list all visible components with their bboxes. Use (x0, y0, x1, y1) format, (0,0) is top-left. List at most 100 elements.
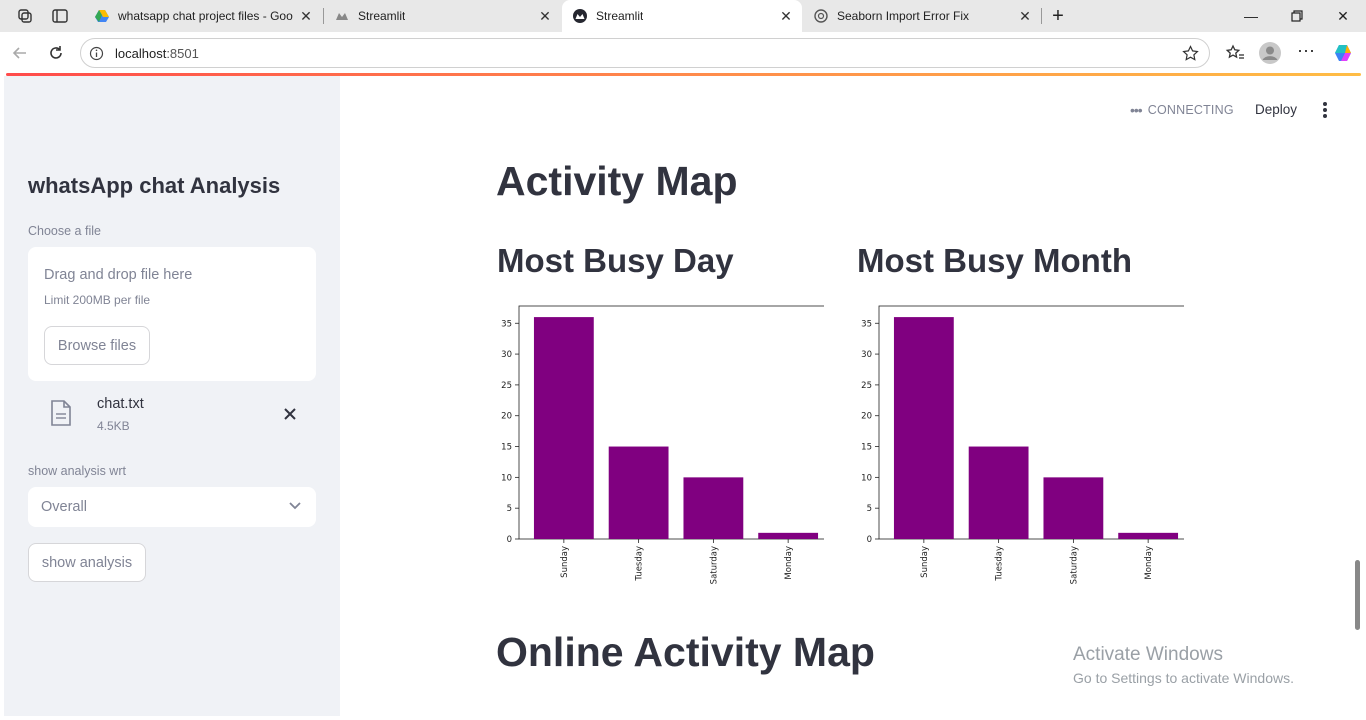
page-heading: Activity Map (496, 158, 738, 204)
windows-activation-watermark: Activate Windows Go to Settings to activ… (1073, 644, 1294, 686)
url-port: :8501 (166, 46, 199, 61)
x-tick-label: Monday (1144, 546, 1154, 580)
close-tab-icon[interactable]: ✕ (778, 8, 794, 24)
y-tick-label: 25 (501, 381, 512, 391)
y-tick-label: 5 (867, 504, 872, 514)
connection-status: ••• CONNECTING (1130, 102, 1234, 118)
sidebar: whatsApp chat Analysis Choose a file Dra… (4, 76, 340, 716)
tab-title: Seaborn Import Error Fix (837, 9, 970, 23)
online-activity-heading: Online Activity Map (496, 629, 875, 675)
tab-title: whatsapp chat project files - Goo (118, 9, 293, 23)
back-icon[interactable] (10, 43, 30, 63)
most-busy-day-heading: Most Busy Day (497, 242, 734, 279)
site-info-icon[interactable] (89, 46, 104, 61)
file-icon (51, 400, 71, 426)
close-tab-icon[interactable]: ✕ (537, 8, 553, 24)
tab-chatgpt[interactable]: Seaborn Import Error Fix ✕ (803, 0, 1041, 32)
bar-monday (1118, 532, 1179, 539)
deploy-button[interactable]: Deploy (1255, 102, 1297, 117)
chatgpt-icon (814, 9, 828, 23)
x-tick-label: Sunday (560, 546, 570, 578)
tab-title: Streamlit (358, 9, 406, 23)
bar-sunday (533, 317, 594, 539)
y-tick-label: 0 (507, 535, 512, 545)
scrollbar[interactable] (1355, 560, 1360, 630)
y-tick-label: 25 (861, 381, 872, 391)
file-uploader-label: Choose a file (28, 224, 101, 238)
y-tick-label: 10 (861, 473, 872, 483)
y-tick-label: 20 (861, 412, 872, 422)
status-text: CONNECTING (1147, 103, 1234, 117)
x-tick-label: Saturday (1069, 546, 1079, 584)
y-tick-label: 5 (507, 504, 512, 514)
busy-day-chart: 0 5 10 15 20 25 30 35 Sunday Tuesday Saturday Monda… (501, 305, 824, 584)
url-text: localhost:8501 (115, 46, 199, 61)
favorite-star-icon[interactable] (1182, 45, 1199, 62)
chevron-down-icon (289, 502, 301, 510)
analysis-select[interactable]: Overall (28, 487, 316, 527)
tab-separator (1041, 8, 1042, 24)
address-bar[interactable]: localhost:8501 (80, 38, 1210, 68)
ellipsis-icon: ••• (1130, 102, 1143, 118)
dropzone-limit: Limit 200MB per file (44, 293, 151, 307)
sidebar-title: whatsApp chat Analysis (28, 173, 281, 198)
tab-title: Streamlit (596, 9, 644, 23)
tab-streamlit-active[interactable]: Streamlit ✕ (562, 0, 802, 32)
bar-monday (758, 532, 819, 539)
streamlit-app: whatsApp chat Analysis Choose a file Dra… (4, 76, 1362, 716)
most-busy-month-heading: Most Busy Month (857, 242, 1132, 279)
x-tick-label: Tuesday (995, 546, 1005, 582)
y-tick-label: 35 (501, 319, 512, 329)
y-tick-label: 0 (867, 535, 872, 545)
x-tick-label: Tuesday (635, 546, 645, 582)
file-size: 4.5KB (97, 419, 130, 433)
y-tick-label: 30 (861, 350, 872, 360)
streamlit-icon (573, 9, 587, 23)
y-tick-label: 15 (861, 443, 872, 453)
minimize-icon[interactable]: — (1241, 6, 1261, 26)
file-dropzone[interactable]: Drag and drop file here Limit 200MB per … (28, 247, 316, 381)
bar-tuesday (608, 446, 669, 539)
close-tab-icon[interactable]: ✕ (298, 8, 314, 24)
refresh-icon[interactable] (46, 43, 66, 63)
streamlit-icon (336, 13, 348, 20)
tab-drive[interactable]: whatsapp chat project files - Goo ✕ (84, 0, 322, 32)
workspaces-icon[interactable] (16, 7, 34, 25)
profile-avatar-icon[interactable] (1259, 42, 1281, 64)
close-window-icon[interactable]: ✕ (1333, 6, 1353, 26)
favorites-icon[interactable] (1225, 43, 1245, 63)
browse-files-button[interactable]: Browse files (44, 326, 150, 365)
bar-sunday (893, 317, 954, 539)
tab-actions-icon[interactable] (51, 7, 69, 25)
bar-saturday (1043, 477, 1104, 539)
y-tick-label: 10 (501, 473, 512, 483)
tab-streamlit-1[interactable]: Streamlit ✕ (324, 0, 561, 32)
y-tick-label: 20 (501, 412, 512, 422)
copilot-icon[interactable] (1333, 42, 1355, 64)
address-toolbar: localhost:8501 ··· (0, 32, 1366, 74)
close-tab-icon[interactable]: ✕ (1017, 8, 1033, 24)
file-name: chat.txt (97, 396, 144, 412)
main-menu-icon[interactable] (1322, 100, 1328, 120)
busy-month-chart: 0 5 10 15 20 25 30 35 Sunday Tuesday Saturday Monda… (861, 305, 1184, 584)
x-tick-label: Saturday (709, 546, 719, 584)
x-tick-label: Monday (784, 546, 794, 580)
bar-saturday (683, 477, 744, 539)
dropzone-text: Drag and drop file here (44, 267, 193, 283)
new-tab-icon[interactable]: + (1048, 6, 1068, 26)
select-label: show analysis wrt (28, 464, 126, 478)
remove-file-icon[interactable] (280, 404, 300, 424)
select-value: Overall (41, 499, 87, 515)
y-tick-label: 15 (501, 443, 512, 453)
more-options-icon[interactable]: ··· (1296, 41, 1316, 63)
y-tick-label: 35 (861, 319, 872, 329)
y-tick-label: 30 (501, 350, 512, 360)
main-content: ••• CONNECTING Deploy Activity Map Most … (340, 76, 1362, 716)
x-tick-label: Sunday (920, 546, 930, 578)
show-analysis-button[interactable]: show analysis (28, 543, 146, 582)
google-drive-icon (95, 10, 109, 22)
watermark-subtitle: Go to Settings to activate Windows. (1073, 670, 1294, 686)
restore-icon[interactable] (1287, 6, 1307, 26)
url-host: localhost (115, 46, 167, 61)
bar-tuesday (968, 446, 1029, 539)
